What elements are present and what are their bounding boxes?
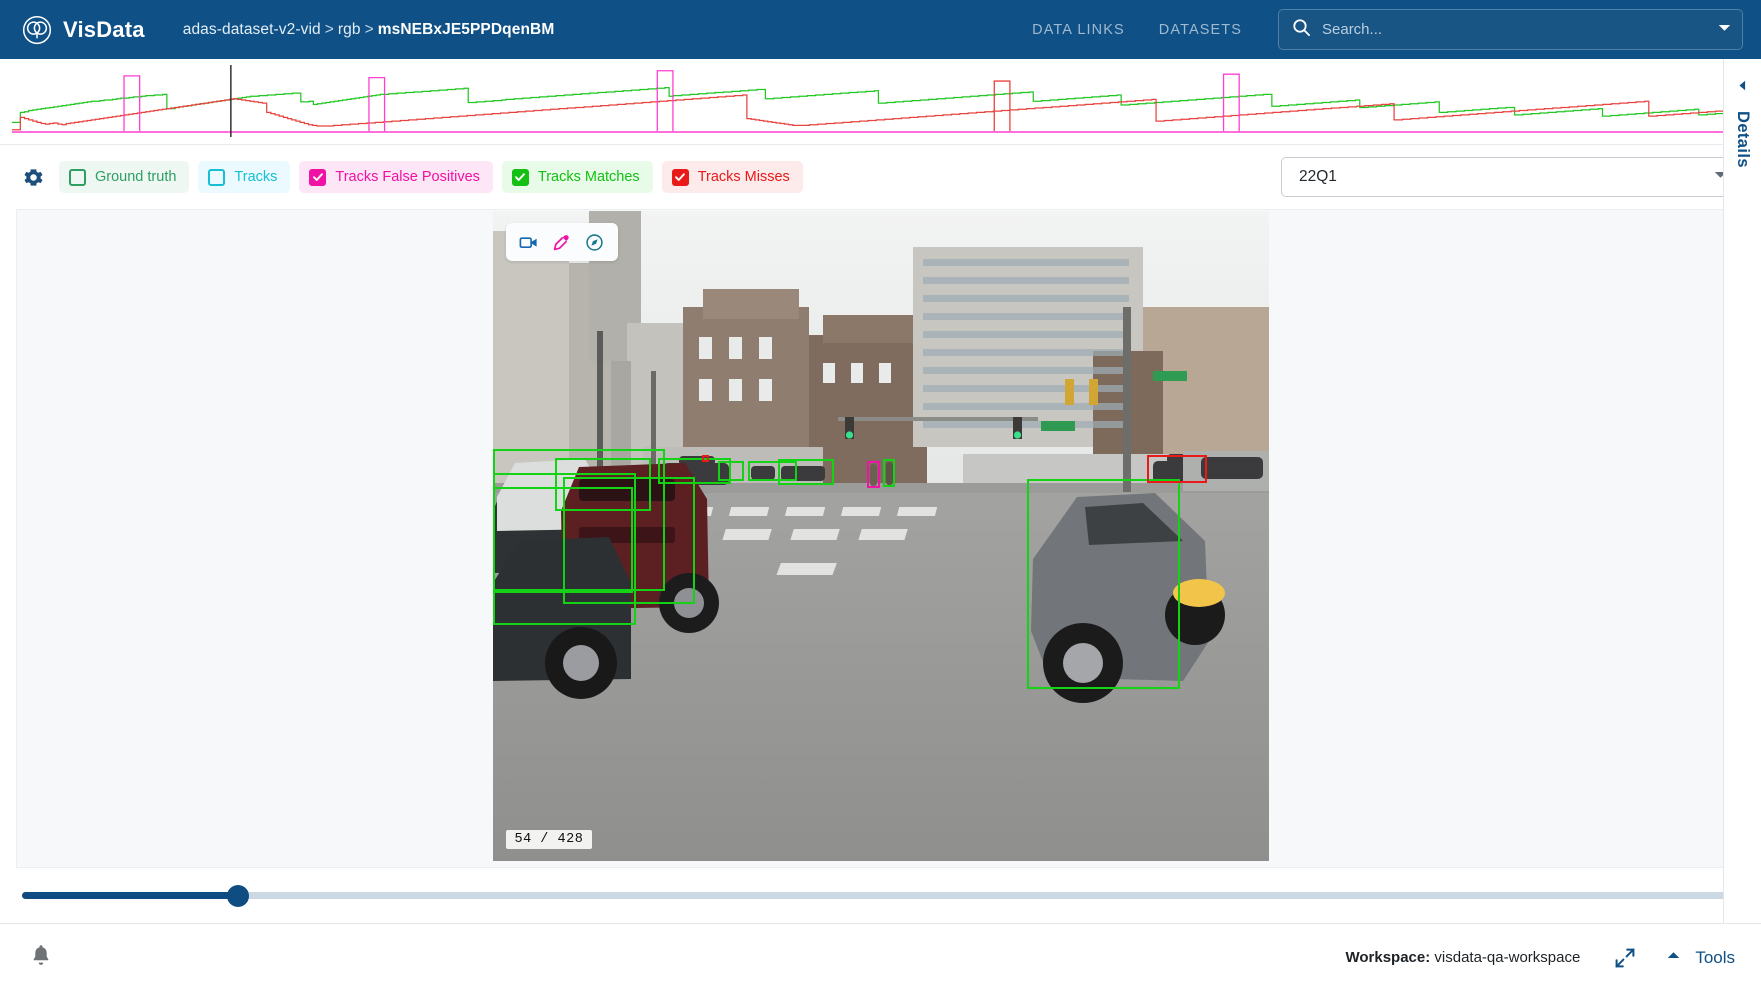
frame-counter: 54 / 428 xyxy=(505,830,593,849)
chip-tracks-false-positives[interactable]: Tracks False Positives xyxy=(299,161,493,193)
chip-tracks-matches[interactable]: Tracks Matches xyxy=(501,161,653,193)
search-box[interactable] xyxy=(1278,9,1743,50)
checkbox-icon[interactable] xyxy=(511,168,529,186)
expand-diagonal-icon[interactable] xyxy=(1614,947,1636,969)
breadcrumb-item-dataset[interactable]: adas-dataset-v2-vid xyxy=(183,21,321,38)
timeline-chart[interactable] xyxy=(12,65,1749,137)
tools-button[interactable]: Tools xyxy=(1666,948,1735,968)
timeline-spike xyxy=(124,76,140,131)
timeline-spike xyxy=(994,81,1010,131)
chip-label: Tracks False Positives xyxy=(335,169,480,185)
workspace-info: Workspace: visdata-qa-workspace xyxy=(1345,949,1580,966)
breadcrumb-item-current: msNEBxJE5PPDqenBM xyxy=(377,20,555,38)
breadcrumb-item-rgb[interactable]: rgb xyxy=(338,21,361,38)
quarter-select-value: 22Q1 xyxy=(1299,168,1337,185)
chip-label: Ground truth xyxy=(95,169,177,185)
breadcrumb-separator: > xyxy=(364,20,374,38)
chip-label: Tracks Matches xyxy=(537,169,640,185)
brand[interactable]: VisData xyxy=(22,15,145,45)
checkbox-icon[interactable] xyxy=(309,168,327,186)
app-header: VisData adas-dataset-v2-vid > rgb > msNEBxJE… xyxy=(0,0,1761,59)
quarter-select-wrap: 22Q1 xyxy=(1281,157,1743,197)
timeline-series-plot xyxy=(12,65,1749,137)
chip-ground-truth[interactable]: Ground truth xyxy=(59,161,190,193)
checkbox-icon[interactable] xyxy=(69,168,86,186)
timeline-series-red xyxy=(12,95,1749,130)
checkbox-icon[interactable] xyxy=(208,168,226,186)
quarter-select[interactable]: 22Q1 xyxy=(1281,157,1743,197)
chip-label: Tracks Misses xyxy=(697,169,790,185)
venn-circles-logo-icon xyxy=(22,15,52,45)
gear-icon[interactable] xyxy=(16,160,50,194)
search-input[interactable] xyxy=(1322,21,1706,38)
filter-chips: Ground truth Tracks Tracks False Positives… xyxy=(59,161,803,193)
frame-image xyxy=(492,211,1269,861)
chip-tracks-misses[interactable]: Tracks Misses xyxy=(661,161,803,193)
checkbox-icon[interactable] xyxy=(671,168,689,186)
brand-name: VisData xyxy=(63,16,145,42)
playback-slider-thumb[interactable] xyxy=(227,884,250,907)
compass-icon[interactable] xyxy=(581,229,609,255)
breadcrumb: adas-dataset-v2-vid > rgb > msNEBxJE5PPDqenB… xyxy=(183,21,555,39)
video-frame[interactable]: 54 / 428 xyxy=(492,211,1269,861)
nav-data-links[interactable]: DATA LINKS xyxy=(1032,22,1125,38)
frame-tool-palette[interactable] xyxy=(505,223,618,261)
app-root: VisData adas-dataset-v2-vid > rgb > msNEBxJE… xyxy=(0,0,1761,991)
chip-tracks[interactable]: Tracks xyxy=(198,161,291,193)
filter-toolbar: Ground truth Tracks Tracks False Positives… xyxy=(0,145,1761,209)
workspace-label: Workspace: xyxy=(1345,949,1431,966)
timeline-series-green xyxy=(12,88,1749,123)
tools-label: Tools xyxy=(1695,947,1735,967)
breadcrumb-separator: > xyxy=(324,20,334,38)
status-bar: Workspace: visdata-qa-workspace Tools xyxy=(0,923,1761,991)
nav-datasets[interactable]: DATASETS xyxy=(1159,22,1242,38)
media-viewer[interactable]: 54 / 428 xyxy=(16,209,1745,868)
timeline-strip[interactable] xyxy=(0,59,1761,145)
chevron-down-icon[interactable] xyxy=(1717,20,1732,40)
timeline-spike xyxy=(1224,74,1240,131)
playback-slider[interactable] xyxy=(22,884,1739,907)
playback-slider-row xyxy=(0,868,1761,923)
workspace-name: visdata-qa-workspace xyxy=(1434,949,1581,966)
details-panel-toggle[interactable]: Details xyxy=(1723,59,1761,923)
chevron-up-icon xyxy=(1666,948,1681,968)
triangle-left-icon[interactable] xyxy=(1736,79,1749,97)
bell-icon[interactable] xyxy=(30,943,52,972)
video-camera-icon[interactable] xyxy=(515,229,543,255)
eyedropper-icon[interactable] xyxy=(548,229,576,255)
playback-slider-fill xyxy=(22,892,239,899)
chip-label: Tracks xyxy=(234,169,278,185)
search-icon xyxy=(1292,18,1311,42)
header-nav: DATA LINKS DATASETS xyxy=(1032,22,1242,38)
details-label: Details xyxy=(1734,111,1752,168)
